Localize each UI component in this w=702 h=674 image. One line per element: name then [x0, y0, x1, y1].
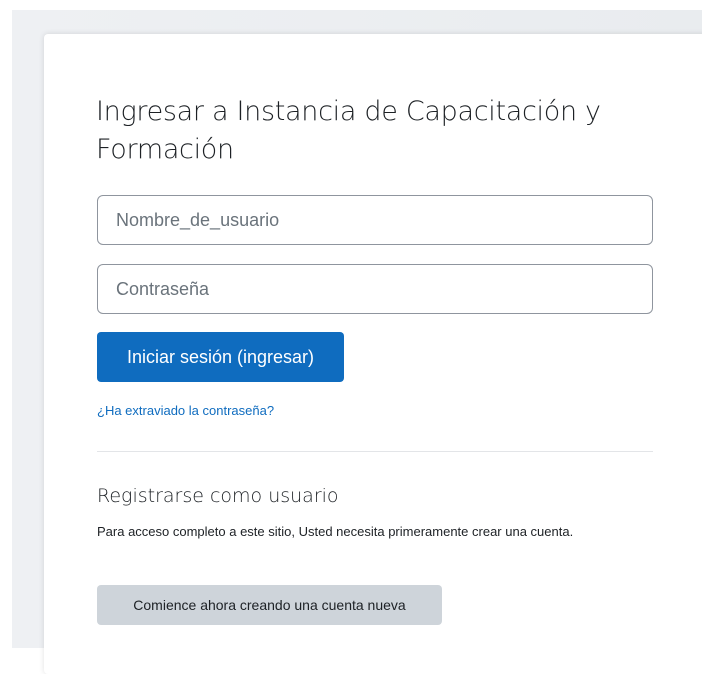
signup-description: Para acceso completo a este sitio, Usted…	[97, 524, 574, 539]
login-button[interactable]: Iniciar sesión (ingresar)	[97, 332, 344, 382]
top-strip	[12, 0, 702, 10]
login-title: Ingresar a Instancia de Capacitación y F…	[96, 96, 601, 165]
create-account-button[interactable]: Comience ahora creando una cuenta nueva	[97, 585, 442, 625]
signup-title: Registrarse como usuario	[97, 485, 339, 507]
password-input[interactable]	[97, 264, 653, 314]
section-divider	[97, 451, 653, 452]
forgot-password-link[interactable]: ¿Ha extraviado la contraseña?	[97, 403, 274, 418]
username-input[interactable]	[97, 195, 653, 245]
